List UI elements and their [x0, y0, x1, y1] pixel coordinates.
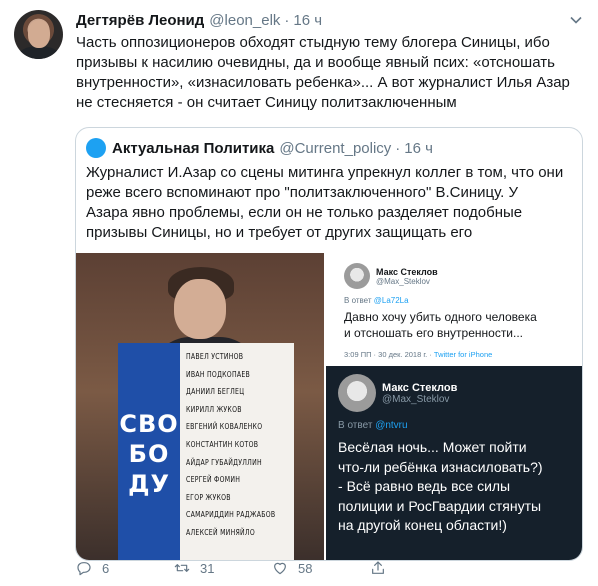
protest-photo[interactable]: СВО БО ДУ ПАВЕЛ УСТИНОВ ИВАН ПОДКОПАЕВ Д… — [76, 253, 325, 560]
sign-name: ДАНИИЛ БЕГЛЕЦ — [186, 387, 245, 397]
quoted-text-line: Азара явно проблемы, если он не только р… — [86, 204, 523, 221]
screenshot-body: Весёлая ночь... Может пойти что-ли ребён… — [338, 438, 543, 536]
share-icon — [372, 561, 384, 574]
sign-letters: ДУ — [128, 470, 170, 498]
chevron-down-icon[interactable] — [568, 13, 584, 27]
screenshot-name: Макс Стеклов — [376, 266, 438, 277]
quoted-text-line: призывы Синицы, но и требует от других з… — [86, 224, 473, 241]
heart-icon — [274, 562, 286, 575]
tweet-text-line: призывы к насилию очевидны, да и вообще … — [76, 54, 555, 71]
screenshot-handle: @Max_Steklov — [376, 276, 430, 286]
protest-sign: СВО БО ДУ ПАВЕЛ УСТИНОВ ИВАН ПОДКОПАЕВ Д… — [118, 343, 294, 560]
sign-name: ИВАН ПОДКОПАЕВ — [186, 369, 251, 379]
quoted-avatar[interactable] — [86, 138, 106, 158]
photo-person-head — [174, 279, 226, 339]
sign-letters: БО — [128, 440, 170, 468]
screenshot-light-header: Макс Стеклов @Max_Steklov — [344, 263, 438, 289]
quoted-author-name[interactable]: Актуальная Политика — [112, 140, 274, 157]
sign-name: ПАВЕЛ УСТИНОВ — [186, 352, 244, 361]
header-separator: · — [284, 12, 290, 29]
tweet[interactable]: Дегтярёв Леонид @leon_elk · 16 ч Часть о… — [0, 0, 598, 586]
screenshot-meta: Макс Стеклов @Max_Steklov — [382, 382, 457, 405]
screenshot-meta: Макс Стеклов @Max_Steklov — [376, 267, 438, 286]
screenshot-name: Макс Стеклов — [382, 381, 458, 394]
screenshot-body-line: и отсношать его внутренности... — [344, 326, 524, 340]
share-button[interactable] — [370, 560, 396, 576]
quoted-text: Журналист И.Азар со сцены митинга упрекн… — [86, 163, 576, 243]
sign-name: ЕГОР ЖУКОВ — [186, 492, 231, 502]
tweet-text-line: Часть оппозиционеров обходят стыдную тем… — [76, 34, 550, 51]
tweet-header: Дегтярёв Леонид @leon_elk · 16 ч — [76, 12, 322, 29]
screenshot-body: Давно хочу убить одного человека и отсно… — [344, 309, 537, 341]
quoted-timestamp[interactable]: 16 ч — [404, 140, 433, 157]
footer-source: Twitter for iPhone — [433, 350, 493, 359]
reply-icon — [77, 562, 91, 576]
sign-slogan: СВО БО ДУ — [118, 343, 181, 560]
retweet-icon — [174, 564, 190, 572]
tweet-text-line: не стесняется - он считает Синицу политз… — [76, 94, 457, 111]
sign-name: КОНСТАНТИН КОТОВ — [186, 439, 259, 449]
screenshot-body-line: на другой конец области!) — [338, 517, 507, 533]
tweet-timestamp[interactable]: 16 ч — [293, 12, 322, 29]
screenshot-body-line: Весёлая ночь... Может пойти — [338, 439, 527, 455]
quoted-tweet[interactable]: Актуальная Политика @Current_policy · 16… — [75, 127, 583, 561]
like-button[interactable]: 58 — [272, 560, 312, 576]
screenshot-footer: 3:09 ПП · 30 дек. 2018 г. · Twitter for … — [344, 350, 492, 359]
like-count: 58 — [298, 560, 313, 576]
screenshot-avatar — [338, 374, 377, 412]
reply-mention: @ntvru — [375, 420, 408, 431]
quoted-media[interactable]: СВО БО ДУ ПАВЕЛ УСТИНОВ ИВАН ПОДКОПАЕВ Д… — [76, 253, 582, 560]
quoted-header: Актуальная Политика @Current_policy · 16… — [86, 138, 433, 158]
screenshot-light: Макс Стеклов @Max_Steklov В ответ @La72L… — [326, 253, 582, 367]
tweet-text-line: внутренности», «изнасиловать ребенка»...… — [76, 74, 570, 91]
author-avatar[interactable] — [14, 10, 63, 59]
tweet-text: Часть оппозиционеров обходят стыдную тем… — [76, 33, 576, 113]
screenshot-dark: Макс Стеклов @Max_Steklov В ответ @ntvru… — [326, 366, 582, 560]
screenshot-reply-to: В ответ @La72La — [344, 296, 409, 305]
avatar-face — [28, 20, 50, 48]
retweet-button[interactable]: 31 — [174, 560, 214, 576]
screenshot-body-line: - Всё равно ведь все силы — [338, 478, 511, 494]
quoted-text-line: реже всего вспоминают про "политзаключен… — [86, 184, 518, 201]
quoted-text-line: Журналист И.Азар со сцены митинга упрекн… — [86, 164, 564, 181]
screenshot-dark-header: Макс Стеклов @Max_Steklov — [338, 374, 457, 412]
screenshot-avatar — [344, 263, 371, 289]
sign-name: ЕВГЕНИЙ КОВАЛЕНКО — [186, 422, 263, 432]
screenshot-reply-to: В ответ @ntvru — [338, 420, 408, 431]
sign-name: СЕРГЕЙ ФОМИН — [186, 475, 241, 485]
screenshot-body-line: что-ли ребёнка изнасиловать?) — [338, 458, 543, 475]
reply-prefix: В ответ — [338, 420, 373, 431]
screenshot-handle: @Max_Steklov — [382, 393, 450, 405]
screenshot-body-line: полиции и РосГвардии стянуты — [338, 497, 542, 514]
sign-name: АЛЕКСЕЙ МИНЯЙЛО — [186, 527, 256, 537]
screenshot-body-line: Давно хочу убить одного человека — [344, 310, 537, 324]
quoted-separator: · — [395, 139, 401, 157]
author-handle[interactable]: @leon_elk — [209, 12, 280, 29]
tweet-actions: 6 31 58 — [76, 558, 576, 578]
author-name[interactable]: Дегтярёв Леонид — [76, 12, 204, 29]
sign-name: САМАРИДДИН РАДЖАБОВ — [186, 510, 276, 520]
reply-button[interactable]: 6 — [76, 560, 109, 576]
reply-mention: @La72La — [373, 296, 409, 305]
sign-name: АЙДАР ГУБАЙДУЛЛИН — [186, 457, 262, 467]
reply-prefix: В ответ — [344, 296, 372, 305]
sign-names-list: ПАВЕЛ УСТИНОВ ИВАН ПОДКОПАЕВ ДАНИИЛ БЕГЛ… — [180, 343, 294, 560]
footer-time: 3:09 ПП · 30 дек. 2018 г. · — [344, 350, 432, 359]
reply-count: 6 — [102, 560, 110, 576]
quoted-author-handle[interactable]: @Current_policy — [279, 140, 391, 157]
sign-name: КИРИЛЛ ЖУКОВ — [186, 404, 242, 414]
retweet-count: 31 — [200, 560, 215, 576]
tweet-screenshots[interactable]: Макс Стеклов @Max_Steklov В ответ @La72L… — [326, 253, 582, 560]
sign-letters: СВО — [119, 410, 179, 438]
